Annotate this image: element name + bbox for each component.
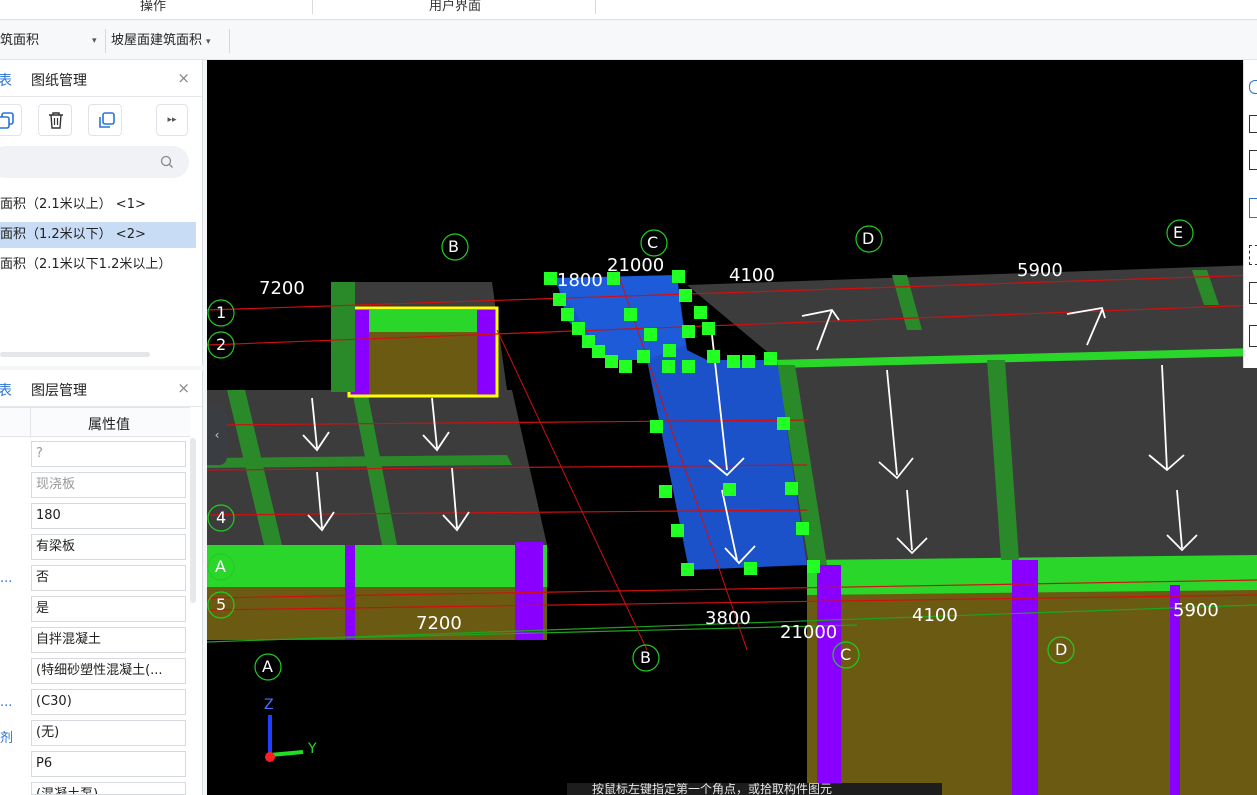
properties-icon[interactable]: [1249, 325, 1257, 347]
trash-icon: [49, 112, 63, 129]
close-icon[interactable]: ×: [177, 69, 190, 87]
ribbon-group-bar: 操作 用户界面: [0, 0, 1257, 20]
property-value-cell[interactable]: 有梁板: [31, 534, 186, 560]
combo-divider: [229, 29, 230, 53]
horizontal-scrollbar[interactable]: [0, 352, 150, 357]
grid-bubble-label: B: [448, 237, 459, 256]
tab-layer-management[interactable]: 图层管理: [31, 380, 87, 400]
close-icon[interactable]: ×: [177, 379, 190, 397]
tab-component-list[interactable]: 表: [0, 70, 12, 90]
panel-collapse-button[interactable]: ‹: [207, 405, 227, 465]
grid-bubble-label: A: [215, 557, 226, 576]
more-button[interactable]: ▸▸: [156, 104, 188, 136]
search-icon: [160, 155, 173, 168]
chevron-down-icon: ▾: [206, 37, 211, 47]
property-value-cell[interactable]: 自拌混凝土: [31, 627, 186, 653]
search-input[interactable]: [0, 146, 189, 178]
property-value-cell[interactable]: P6: [31, 751, 186, 777]
property-value-cell[interactable]: 现浇板: [31, 472, 186, 498]
view-side-icon[interactable]: [1249, 150, 1257, 170]
grid-bubble-label: E: [1173, 223, 1184, 242]
ribbon-divider: [312, 0, 313, 14]
property-name-label: ...: [0, 571, 13, 586]
grid-bubble-label: A: [262, 657, 273, 676]
property-name-label: ...: [0, 695, 13, 710]
3d-viewport[interactable]: B C D E 1 2 4 A 5 A B C D 7200 1800 2100…: [207, 60, 1257, 795]
property-value-cell[interactable]: (特细砂塑性混凝土(...: [31, 658, 186, 684]
zoom-window-icon[interactable]: [1249, 245, 1257, 265]
view-toolbar: [1243, 60, 1257, 368]
grid-bubble-label: D: [862, 229, 875, 248]
zoom-extents-icon[interactable]: [1249, 282, 1257, 304]
more-icon: ▸▸: [167, 115, 177, 125]
grid-bubble-label: 2: [216, 335, 227, 354]
dimension-label: 4100: [729, 265, 775, 286]
delete-button[interactable]: [38, 104, 72, 136]
property-name-label: 剂: [0, 731, 14, 746]
layer-panel-tabs: 表 图层管理 ×: [0, 370, 202, 407]
floor-area-combo-label: 筑面积: [0, 33, 40, 48]
ribbon-group-operations: 操作: [139, 0, 166, 14]
property-value-cell[interactable]: 否: [31, 565, 186, 591]
ribbon-group-ui: 用户界面: [428, 0, 481, 14]
dimension-label: 21000: [607, 255, 665, 276]
vertical-scrollbar[interactable]: [190, 438, 196, 603]
dimension-label: 3800: [705, 608, 751, 629]
dimension-label: 7200: [416, 613, 462, 634]
property-value-cell[interactable]: 是: [31, 596, 186, 622]
property-value-cell[interactable]: (混凝土泵): [31, 782, 186, 795]
view-3d-icon[interactable]: [1249, 198, 1257, 218]
axis-y-label: Y: [308, 741, 317, 757]
floor-area-combo[interactable]: 筑面积 ▾: [0, 29, 104, 53]
copy-button[interactable]: [0, 104, 22, 136]
copy-icon: [0, 112, 14, 129]
chevron-down-icon: ▾: [92, 36, 97, 46]
drawing-panel-tabs: 表 图纸管理 ×: [0, 60, 202, 97]
view-front-icon[interactable]: [1249, 115, 1257, 133]
ribbon-divider: [595, 0, 596, 14]
duplicate-icon: [99, 112, 115, 128]
grid-bubble-label: B: [640, 648, 651, 667]
tab-property-list[interactable]: 表: [0, 380, 12, 400]
dimension-label: 7200: [259, 278, 305, 299]
viewport-labels: B C D E 1 2 4 A 5 A B C D 7200 1800 2100…: [207, 60, 1257, 795]
property-value-cell[interactable]: 180: [31, 503, 186, 529]
combo-divider: [105, 29, 106, 53]
grid-bubble-label: D: [1055, 640, 1068, 659]
slope-roof-area-combo[interactable]: 坡屋面建筑面积 ▾: [111, 29, 229, 53]
layer-management-panel: 表 图层管理 × 属性值 ? 现浇板 180 有梁板 ... 否 是 自拌混凝土…: [0, 370, 203, 795]
list-item-selected[interactable]: 面积（1.2米以下） <2>: [0, 222, 196, 248]
list-item[interactable]: 面积（2.1米以下1.2米以上）: [0, 252, 196, 278]
slope-roof-area-combo-label: 坡屋面建筑面积: [111, 33, 203, 48]
chevron-left-icon: ‹: [214, 428, 220, 442]
property-value-cell[interactable]: (C30): [31, 689, 186, 715]
property-table-header: 属性值: [0, 407, 190, 438]
grid-bubble-label: C: [647, 233, 659, 252]
axis-z-label: Z: [264, 697, 274, 713]
dimension-label: 5900: [1017, 260, 1063, 281]
tab-drawing-management[interactable]: 图纸管理: [31, 70, 87, 90]
status-hint: 按鼠标左键指定第一个角点，或拾取构件图元: [570, 783, 942, 795]
property-value-cell[interactable]: ?: [31, 441, 186, 467]
grid-bubble-label: 1: [216, 303, 227, 322]
component-combo-bar: 筑面积 ▾ 坡屋面建筑面积 ▾: [0, 21, 1257, 60]
grid-bubble-label: 4: [216, 508, 227, 527]
list-item[interactable]: 面积（2.1米以上） <1>: [0, 192, 196, 218]
grid-bubble-label: C: [840, 645, 852, 664]
property-value-cell[interactable]: (无): [31, 720, 186, 746]
column-header-value: 属性值: [88, 417, 130, 433]
drawing-management-panel: 表 图纸管理 × ▸▸ 面积（2.1米以上） <1> 面积（1.2米以下） <2…: [0, 60, 203, 366]
grid-bubble-label: 5: [216, 595, 227, 614]
duplicate-button[interactable]: [88, 104, 122, 136]
rotate-view-icon[interactable]: [1249, 80, 1257, 94]
dimension-label: 21000: [780, 622, 838, 643]
dimension-label: 5900: [1173, 600, 1219, 621]
status-hint-text: 按鼠标左键指定第一个角点，或拾取构件图元: [592, 783, 833, 795]
column-divider: [30, 408, 31, 438]
dimension-label: 4100: [912, 605, 958, 626]
dimension-label: 1800: [557, 270, 603, 291]
